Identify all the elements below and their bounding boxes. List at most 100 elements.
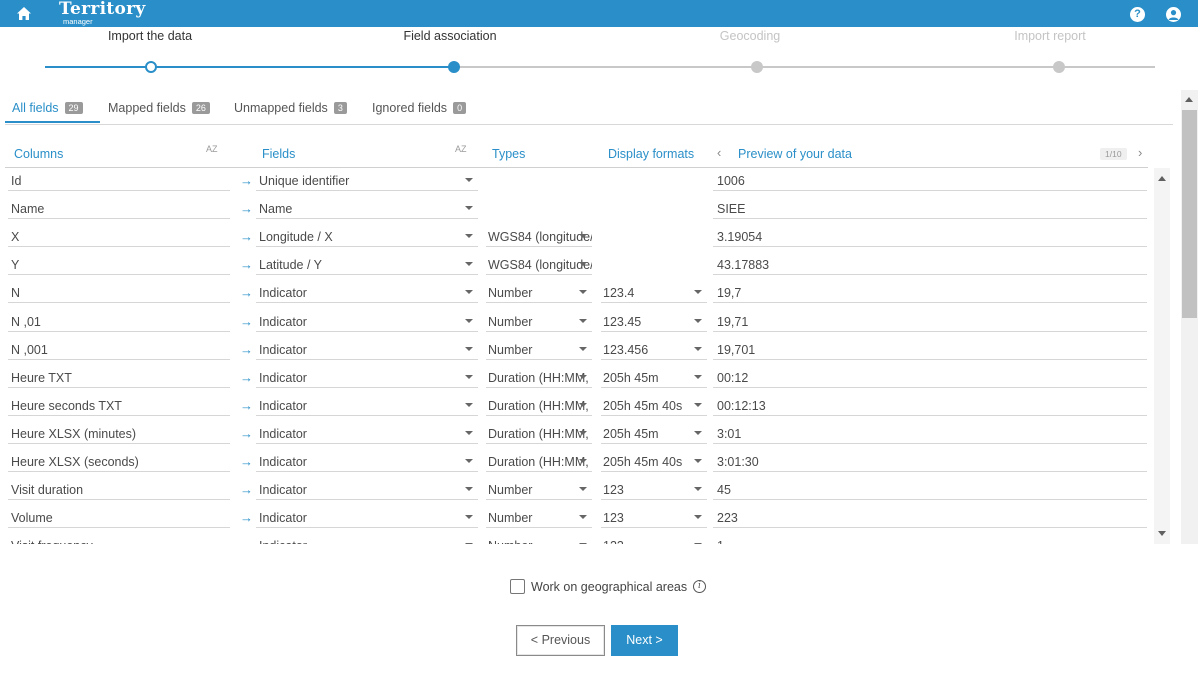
field-select[interactable]: Indicator <box>259 371 459 385</box>
chevron-down-icon[interactable] <box>694 543 702 544</box>
chevron-down-icon[interactable] <box>579 290 587 295</box>
field-select[interactable]: Indicator <box>259 315 459 329</box>
format-select[interactable]: 123 <box>603 539 689 544</box>
chevron-down-icon[interactable] <box>694 346 702 351</box>
field-select[interactable]: Indicator <box>259 399 459 413</box>
chevron-down-icon[interactable] <box>694 487 702 492</box>
chevron-down-icon[interactable] <box>579 262 587 267</box>
chevron-down-icon[interactable] <box>694 430 702 435</box>
type-select[interactable]: WGS84 (longitude/ <box>488 230 592 244</box>
type-select[interactable]: Duration (HH:MM, <box>488 399 592 413</box>
chevron-down-icon[interactable] <box>694 290 702 295</box>
chevron-down-icon[interactable] <box>694 459 702 463</box>
geo-areas-checkbox[interactable] <box>510 579 525 594</box>
preview-underline <box>713 246 1147 248</box>
type-select[interactable]: Number <box>488 483 592 497</box>
type-select[interactable]: WGS84 (longitude/ <box>488 258 592 272</box>
field-select[interactable]: Indicator <box>259 511 459 525</box>
chevron-down-icon[interactable] <box>465 459 473 463</box>
chevron-down-icon[interactable] <box>465 346 473 351</box>
format-select[interactable]: 123 <box>603 483 689 497</box>
format-select[interactable]: 205h 45m <box>603 371 689 385</box>
tab-ignored-fields[interactable]: Ignored fields 0 <box>372 101 467 115</box>
chevron-down-icon[interactable] <box>465 262 473 267</box>
format-select[interactable]: 123.45 <box>603 315 689 329</box>
chevron-down-icon[interactable] <box>579 459 587 463</box>
user-icon[interactable] <box>1166 7 1181 22</box>
app-logo[interactable]: Territory manager <box>59 1 146 27</box>
field-select[interactable]: Indicator <box>259 343 459 357</box>
field-select[interactable]: Indicator <box>259 286 459 300</box>
field-select[interactable]: Indicator <box>259 427 459 441</box>
chevron-down-icon[interactable] <box>694 374 702 379</box>
chevron-left-icon[interactable]: ‹ <box>717 145 721 160</box>
chevron-down-icon[interactable] <box>465 318 473 323</box>
type-select[interactable]: Number <box>488 343 592 357</box>
format-select[interactable]: 123 <box>603 511 689 525</box>
format-select[interactable]: 205h 45m <box>603 427 689 441</box>
format-select[interactable]: 123.4 <box>603 286 689 300</box>
preview-underline <box>713 218 1147 220</box>
chevron-down-icon[interactable] <box>465 402 473 407</box>
step-import-dot[interactable] <box>145 61 157 73</box>
chevron-down-icon[interactable] <box>694 318 702 323</box>
chevron-down-icon[interactable] <box>465 543 473 544</box>
chevron-down-icon[interactable] <box>579 234 587 239</box>
field-select[interactable]: Indicator <box>259 455 459 469</box>
field-select[interactable]: Latitude / Y <box>259 258 459 272</box>
tab-unmapped-fields[interactable]: Unmapped fields 3 <box>234 101 347 115</box>
chevron-down-icon[interactable] <box>465 430 473 435</box>
chevron-down-icon[interactable] <box>465 487 473 492</box>
table-scrollbar[interactable] <box>1154 168 1170 544</box>
column-underline <box>8 274 230 276</box>
type-select[interactable]: Number <box>488 315 592 329</box>
chevron-down-icon[interactable] <box>694 402 702 407</box>
info-icon[interactable]: i <box>693 580 706 593</box>
chevron-down-icon[interactable] <box>465 515 473 520</box>
column-underline <box>8 414 230 416</box>
type-select[interactable]: Number <box>488 511 592 525</box>
field-select[interactable]: Indicator <box>259 539 459 544</box>
table-scroll-down-icon[interactable] <box>1158 531 1166 536</box>
chevron-down-icon[interactable] <box>579 515 587 520</box>
geo-areas-label[interactable]: Work on geographical areas <box>531 580 687 594</box>
chevron-down-icon[interactable] <box>465 178 473 182</box>
type-select[interactable]: Number <box>488 286 592 300</box>
chevron-down-icon[interactable] <box>579 402 587 407</box>
help-icon[interactable]: ? <box>1130 7 1145 22</box>
field-select[interactable]: Longitude / X <box>259 230 459 244</box>
field-select[interactable]: Name <box>259 202 459 216</box>
tab-mapped-fields[interactable]: Mapped fields 26 <box>108 101 210 115</box>
field-select[interactable]: Unique identifier <box>259 174 459 188</box>
chevron-down-icon[interactable] <box>579 374 587 379</box>
type-select[interactable]: Duration (HH:MM, <box>488 371 592 385</box>
chevron-right-icon[interactable]: › <box>1138 145 1142 160</box>
type-select[interactable]: Number <box>488 539 592 544</box>
chevron-down-icon[interactable] <box>465 206 473 211</box>
field-select-underline <box>256 386 478 388</box>
page-scroll-up-icon[interactable] <box>1185 97 1193 102</box>
format-select[interactable]: 205h 45m 40s <box>603 455 689 469</box>
home-icon[interactable] <box>16 6 32 21</box>
next-button[interactable]: Next > <box>611 625 678 656</box>
format-select[interactable]: 123.456 <box>603 343 689 357</box>
chevron-down-icon[interactable] <box>694 515 702 520</box>
page-scrollbar-thumb[interactable] <box>1182 110 1197 318</box>
sort-az-icon[interactable]: AZ <box>455 145 467 154</box>
sort-az-icon[interactable]: AZ <box>206 145 218 154</box>
table-scroll-up-icon[interactable] <box>1158 176 1166 181</box>
chevron-down-icon[interactable] <box>579 318 587 323</box>
tab-all-fields[interactable]: All fields 29 <box>12 101 83 115</box>
chevron-down-icon[interactable] <box>465 234 473 239</box>
chevron-down-icon[interactable] <box>465 374 473 379</box>
chevron-down-icon[interactable] <box>579 346 587 351</box>
format-select[interactable]: 205h 45m 40s <box>603 399 689 413</box>
previous-button[interactable]: < Previous <box>516 625 605 656</box>
field-select[interactable]: Indicator <box>259 483 459 497</box>
type-select[interactable]: Duration (HH:MM, <box>488 427 592 441</box>
chevron-down-icon[interactable] <box>579 430 587 435</box>
chevron-down-icon[interactable] <box>579 487 587 492</box>
type-select[interactable]: Duration (HH:MM, <box>488 455 592 469</box>
chevron-down-icon[interactable] <box>465 290 473 295</box>
chevron-down-icon[interactable] <box>579 543 587 544</box>
